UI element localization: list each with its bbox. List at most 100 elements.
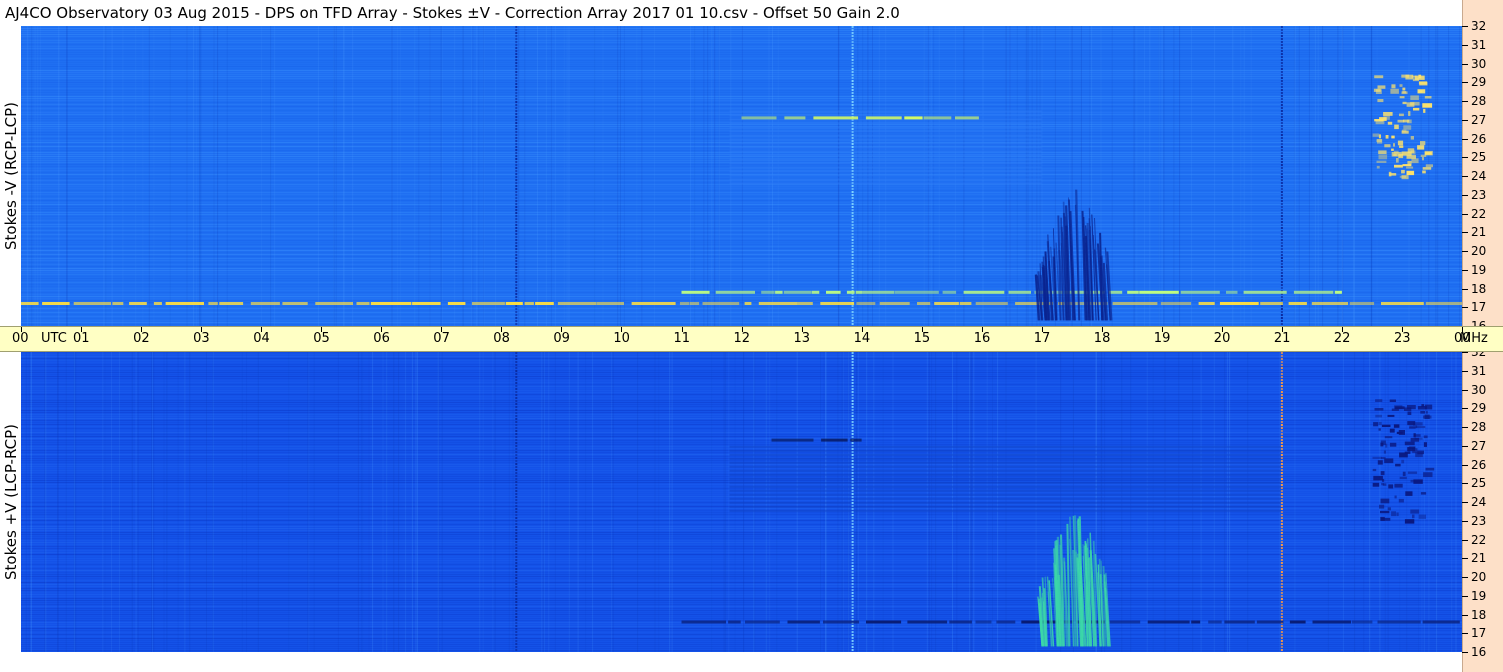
interference-line: [851, 56, 854, 58]
noise-row: [21, 426, 1462, 427]
striation-line: [729, 505, 1282, 508]
noise-column: [1144, 26, 1145, 326]
interference-line: [1280, 149, 1283, 151]
interference-line: [515, 637, 518, 639]
emission-band: [745, 620, 780, 624]
noise-column: [1250, 26, 1252, 326]
noise-column: [122, 26, 124, 326]
interference-line: [851, 541, 854, 543]
frequency-tick-label: 18: [1462, 608, 1486, 622]
noise-column: [308, 352, 310, 652]
striation-line: [729, 457, 1282, 460]
interference-line: [515, 212, 518, 214]
interference-line: [515, 173, 518, 175]
noise-column: [31, 26, 33, 326]
frequency-tick-mark: [1462, 595, 1468, 597]
striation-line: [729, 465, 1282, 468]
interference-line: [515, 448, 518, 450]
emission-cluster: [1412, 448, 1418, 454]
emission-cluster: [1399, 476, 1407, 480]
emission-band: [797, 302, 813, 305]
frequency-tick-mark: [1462, 269, 1468, 271]
noise-row: [21, 300, 1462, 301]
emission-cluster: [1394, 164, 1403, 168]
emission-cluster: [1407, 119, 1412, 124]
noise-column: [105, 26, 107, 326]
noise-column: [193, 26, 195, 326]
striation-line: [729, 497, 1282, 500]
noise-row: [21, 432, 1462, 433]
interference-line: [1280, 95, 1283, 97]
interference-line: [515, 233, 518, 235]
emission-band: [689, 302, 700, 305]
interference-line: [851, 499, 854, 501]
emission-cluster: [1398, 498, 1404, 503]
interference-line: [515, 547, 518, 549]
frequency-tick-text: 21: [1471, 225, 1487, 240]
striation-line: [729, 142, 1042, 145]
noise-row: [21, 638, 1462, 639]
noise-column: [151, 352, 153, 652]
interference-line: [1280, 361, 1283, 363]
interference-line: [1280, 176, 1283, 178]
emission-band: [505, 302, 523, 305]
interference-line: [1280, 200, 1283, 202]
frequency-tick-text: 26: [1471, 131, 1487, 146]
frequency-tick-text: 25: [1471, 476, 1487, 491]
noise-row: [21, 524, 1462, 525]
time-tick-label: 11: [673, 331, 691, 346]
emission-band: [535, 302, 554, 305]
noise-column: [1158, 26, 1160, 326]
frequency-tick-label: 21: [1462, 551, 1486, 565]
interference-line: [851, 197, 854, 199]
interference-line: [1280, 287, 1283, 289]
interference-line: [851, 412, 854, 414]
noise-column: [118, 352, 120, 652]
noise-row: [21, 296, 1462, 297]
noise-row: [21, 422, 1462, 423]
interference-line: [1280, 427, 1283, 429]
noise-column: [1428, 26, 1430, 326]
noise-row: [21, 604, 1462, 605]
noise-column: [1459, 26, 1460, 326]
noise-row: [21, 264, 1462, 265]
interference-line: [1280, 101, 1283, 103]
interference-line: [851, 272, 854, 274]
noise-row: [21, 288, 1462, 289]
interference-line: [1280, 634, 1283, 636]
noise-column: [671, 352, 673, 652]
emission-cluster: [1408, 446, 1411, 452]
interference-line: [851, 323, 854, 325]
interference-line: [515, 230, 518, 232]
interference-line: [515, 556, 518, 558]
noise-row: [21, 196, 1462, 197]
noise-column: [37, 26, 39, 326]
noise-column: [494, 352, 496, 652]
interference-line: [851, 35, 854, 37]
interference-line: [1280, 397, 1283, 399]
noise-column: [212, 352, 214, 652]
bottom-panel-label: Stokes +V (LCP-RCP): [0, 352, 21, 652]
interference-line: [851, 571, 854, 573]
emission-cluster: [1380, 498, 1390, 504]
noise-row: [21, 440, 1462, 441]
emission-band: [975, 620, 992, 624]
time-tick-label: MHz: [1460, 331, 1488, 346]
emission-cluster: [1412, 514, 1415, 519]
noise-row: [21, 60, 1462, 61]
noise-row: [21, 428, 1462, 429]
noise-row: [21, 442, 1462, 443]
noise-row: [21, 582, 1462, 583]
emission-cluster: [1376, 160, 1387, 163]
frequency-tick-mark: [1462, 194, 1468, 196]
noise-row: [21, 68, 1462, 69]
interference-line: [515, 544, 518, 546]
interference-line: [515, 571, 518, 573]
noise-row: [21, 398, 1462, 399]
interference-line: [851, 373, 854, 375]
interference-line: [851, 131, 854, 133]
interference-line: [851, 278, 854, 280]
interference-line: [1280, 254, 1283, 256]
emission-band: [771, 438, 814, 442]
emission-band: [813, 116, 859, 120]
